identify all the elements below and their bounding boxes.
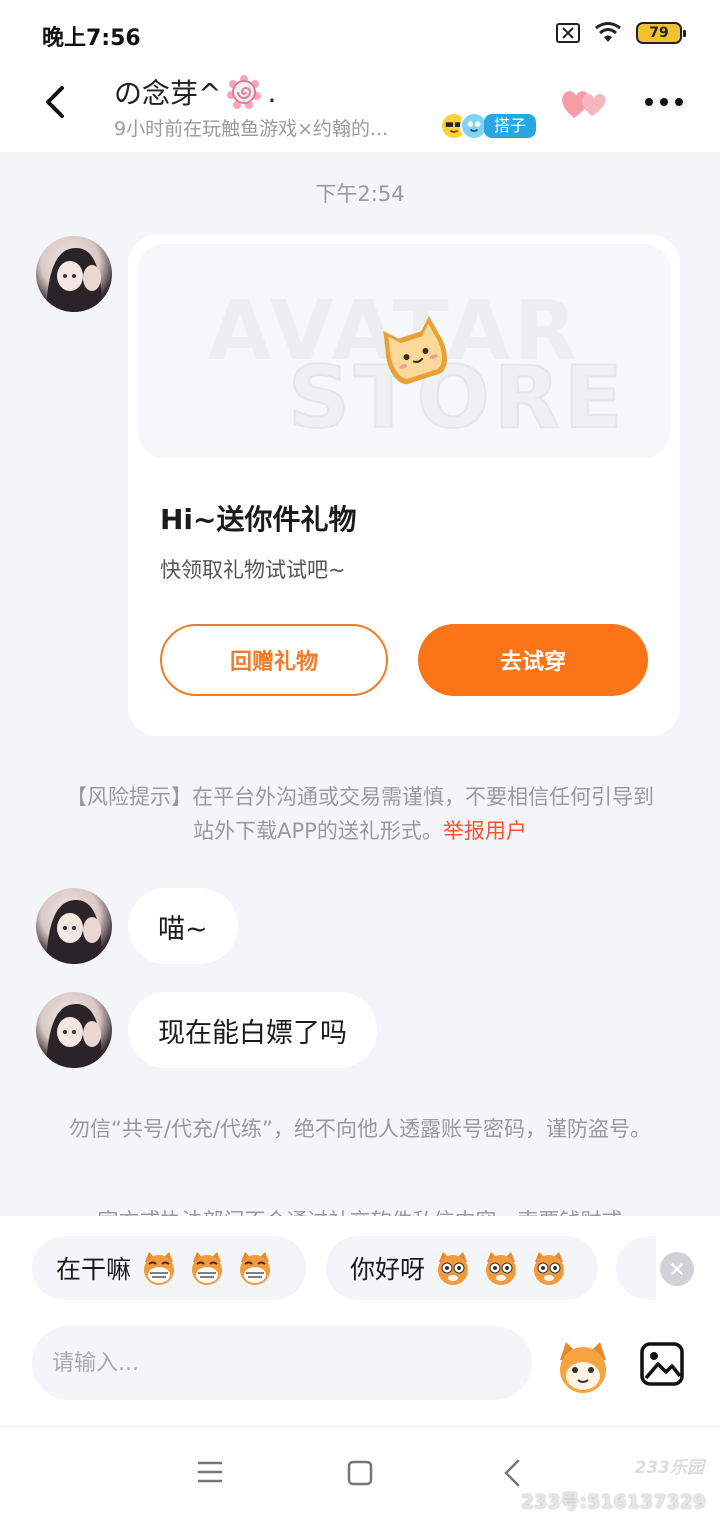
badge-group[interactable]: 搭子	[440, 112, 537, 140]
waving-mascot-icon	[534, 1252, 565, 1285]
banner-watermark: STORE	[287, 347, 627, 449]
message-timestamp: 下午2:54	[315, 182, 405, 206]
return-gift-button[interactable]: 回赠礼物	[160, 624, 388, 696]
partner-tag: 搭子	[484, 114, 537, 138]
back-button[interactable]	[36, 82, 76, 122]
status-icons: 79	[556, 22, 686, 44]
security-warning: 勿信“共号/代充/代练”，绝不向他人透露账号密码，谨防盗号。	[69, 1117, 651, 1141]
sticker-mascot-button[interactable]	[554, 1338, 612, 1396]
risk-notice: 【风险提示】在平台外沟通或交易需谨慎，不要相信任何引导到站外下载APP的送礼形式…	[60, 780, 660, 848]
quick-reply-chip[interactable]: 你好呀	[326, 1236, 598, 1300]
quick-reply-chip[interactable]	[616, 1236, 656, 1300]
close-quick-replies-button[interactable]	[660, 1252, 694, 1286]
site-watermark-logo: 233乐园	[634, 1458, 705, 1478]
avatar[interactable]	[36, 236, 112, 312]
gift-banner: AVATAR STORE	[138, 244, 670, 458]
laughing-mascot-icon	[240, 1252, 271, 1285]
laughing-mascot-icon	[144, 1252, 175, 1285]
recent-apps-icon[interactable]	[196, 1459, 224, 1485]
hearts-icon[interactable]	[560, 86, 610, 120]
image-picker-icon[interactable]	[638, 1340, 686, 1388]
message-input[interactable]	[32, 1326, 532, 1400]
contact-name[interactable]: の念芽^ .	[114, 72, 276, 112]
close-icon	[671, 1263, 683, 1275]
report-user-link[interactable]: 举报用户	[443, 819, 527, 843]
gift-card[interactable]: AVATAR STORE Hi~送你件礼物 快领取礼物试试吧~ 回赠礼物 去试穿	[128, 234, 680, 736]
gift-subtitle: 快领取礼物试试吧~	[160, 558, 346, 582]
waving-mascot-icon	[486, 1252, 517, 1285]
no-sim-icon	[556, 23, 580, 43]
site-watermark-id: 233号:516137329	[520, 1491, 706, 1513]
home-icon[interactable]	[346, 1459, 374, 1487]
message-bubble[interactable]: 现在能白嫖了吗	[128, 992, 377, 1068]
quick-reply-label: 你好呀	[350, 1255, 426, 1284]
quick-reply-chip[interactable]: 在干嘛	[32, 1236, 306, 1300]
candy-icon	[227, 75, 262, 109]
contact-name-suffix: .	[267, 75, 277, 109]
message-bubble[interactable]: 喵~	[128, 888, 238, 964]
input-panel: 在干嘛 你好呀	[0, 1216, 720, 1426]
avatar[interactable]	[36, 888, 112, 964]
system-nav-bar: 233乐园 233号:516137329	[0, 1426, 720, 1520]
cat-toast-icon	[383, 316, 447, 385]
waving-mascot-icon	[438, 1252, 469, 1285]
risk-notice-text: 【风险提示】在平台外沟通或交易需谨慎，不要相信任何引导到站外下载APP的送礼形式…	[66, 785, 654, 843]
battery-indicator: 79	[636, 22, 686, 44]
nav-back-icon[interactable]	[500, 1457, 524, 1489]
chat-header: の念芽^ . 9小时前在玩触鱼游戏×约翰的... 搭子	[0, 70, 720, 152]
laughing-mascot-icon	[192, 1252, 223, 1285]
status-bar: 晚上7:56 79	[0, 0, 720, 70]
contact-status: 9小时前在玩触鱼游戏×约翰的...	[114, 118, 389, 140]
more-options-icon[interactable]	[644, 92, 684, 112]
avatar[interactable]	[36, 992, 112, 1068]
quick-reply-label: 在干嘛	[56, 1255, 132, 1284]
status-time: 晚上7:56	[42, 26, 141, 51]
contact-name-text: の念芽^	[114, 77, 222, 110]
wifi-icon	[595, 22, 621, 42]
try-on-button[interactable]: 去试穿	[418, 624, 648, 696]
gift-title: Hi~送你件礼物	[160, 503, 357, 536]
